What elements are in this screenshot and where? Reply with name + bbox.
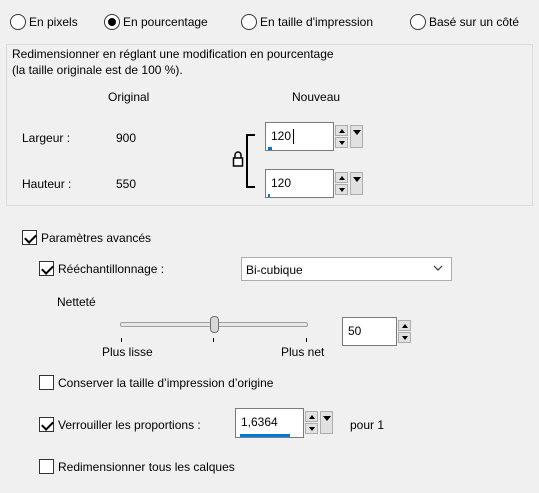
lock-ratio-dropdown-arrow-icon: [322, 416, 331, 421]
sharpness-tick-max: [306, 338, 307, 342]
height-dropdown-button[interactable]: [350, 172, 363, 195]
keep-print-size-label: Conserver la taille d’impression d’origi…: [58, 376, 274, 390]
width-input-underline: [268, 147, 272, 150]
width-input-value[interactable]: 120: [271, 129, 291, 143]
lock-ratio-down-arrow-icon: [308, 426, 315, 431]
resample-method-select[interactable]: Bi-cubique: [241, 257, 452, 281]
keep-print-size-checkbox[interactable]: [39, 375, 54, 390]
advanced-checkbox[interactable]: [22, 230, 37, 245]
sharpness-slider-thumb[interactable]: [210, 316, 219, 333]
sharpness-label: Netteté: [57, 295, 96, 309]
percent-group-title-line1: Redimensionner en réglant une modificati…: [12, 47, 334, 61]
radio-pixels-label: En pixels: [29, 15, 78, 29]
height-up-arrow-icon: [338, 175, 345, 180]
sharpness-spinbox[interactable]: 50: [342, 317, 413, 346]
radio-side-circle[interactable]: [410, 14, 426, 30]
width-original-value: 900: [116, 131, 137, 145]
resize-layers-checkbox[interactable]: [39, 459, 54, 474]
lock-ratio-input-underline: [240, 434, 290, 437]
resample-method-value: Bi-cubique: [246, 263, 303, 277]
sharpness-slider[interactable]: [120, 314, 308, 344]
height-original-value: 550: [116, 177, 137, 191]
height-dropdown-arrow-icon: [352, 177, 361, 182]
sharpness-decrement-button[interactable]: [398, 332, 411, 343]
percent-group-title-line2: (la taille originale est de 100 %).: [12, 63, 183, 77]
sharpness-tick-min: [121, 338, 122, 342]
chevron-down-icon: [433, 262, 443, 277]
sharpness-input-value[interactable]: 50: [348, 324, 361, 338]
advanced-label: Paramètres avancés: [41, 231, 152, 245]
link-bracket: [246, 134, 255, 188]
height-down-arrow-icon: [338, 187, 345, 192]
lock-ratio-input[interactable]: 1,6364: [235, 408, 304, 438]
lock-ratio-increment-button[interactable]: [305, 411, 318, 422]
lock-ratio-dropdown-button[interactable]: [320, 411, 333, 434]
height-input-value[interactable]: 120: [271, 176, 291, 190]
width-down-arrow-icon: [338, 140, 345, 145]
radio-percent-circle[interactable]: [104, 14, 120, 30]
height-increment-button[interactable]: [335, 172, 348, 183]
width-input-caret: [293, 129, 294, 144]
sharpness-increment-button[interactable]: [398, 320, 411, 331]
sharpness-max-label: Plus net: [281, 345, 325, 359]
height-decrement-button[interactable]: [335, 184, 348, 195]
width-spinbox[interactable]: 120: [265, 122, 366, 151]
radio-print-size-label: En taille d'impression: [260, 15, 374, 29]
resample-label: Rééchantillonnage :: [58, 262, 165, 276]
width-dropdown-arrow-icon: [352, 130, 361, 135]
lock-ratio-up-arrow-icon: [308, 414, 315, 419]
height-input[interactable]: 120: [265, 169, 334, 198]
radio-percent-label: En pourcentage: [123, 15, 208, 29]
sharpness-tick-mid: [213, 338, 214, 342]
radio-pixels-circle[interactable]: [10, 14, 26, 30]
sharpness-up-arrow-icon: [401, 323, 408, 328]
height-label: Hauteur :: [22, 177, 72, 191]
column-new-header: Nouveau: [292, 90, 341, 104]
width-dropdown-button[interactable]: [350, 125, 363, 148]
resample-checkbox[interactable]: [39, 261, 54, 276]
width-label: Largeur :: [22, 131, 71, 145]
lock-ratio-label: Verrouiller les proportions :: [58, 418, 201, 432]
width-input[interactable]: 120: [265, 122, 334, 151]
width-decrement-button[interactable]: [335, 137, 348, 148]
lock-ratio-input-value[interactable]: 1,6364: [241, 415, 278, 429]
radio-print-size-circle[interactable]: [241, 14, 257, 30]
lock-ratio-decrement-button[interactable]: [305, 423, 318, 434]
lock-ratio-suffix: pour 1: [350, 418, 385, 432]
sharpness-down-arrow-icon: [401, 335, 408, 340]
radio-side-label: Basé sur un côté: [429, 15, 520, 29]
column-original-header: Original: [108, 90, 150, 104]
width-up-arrow-icon: [338, 128, 345, 133]
lock-ratio-checkbox[interactable]: [39, 417, 54, 432]
sharpness-min-label: Plus lisse: [102, 345, 153, 359]
width-increment-button[interactable]: [335, 125, 348, 136]
lock-icon[interactable]: [231, 150, 245, 168]
height-spinbox[interactable]: 120: [265, 169, 366, 198]
height-input-underline: [268, 194, 270, 197]
resize-layers-label: Redimensionner tous les calques: [58, 460, 235, 474]
lock-ratio-spinbox[interactable]: 1,6364: [235, 408, 336, 438]
sharpness-input[interactable]: 50: [342, 317, 397, 346]
